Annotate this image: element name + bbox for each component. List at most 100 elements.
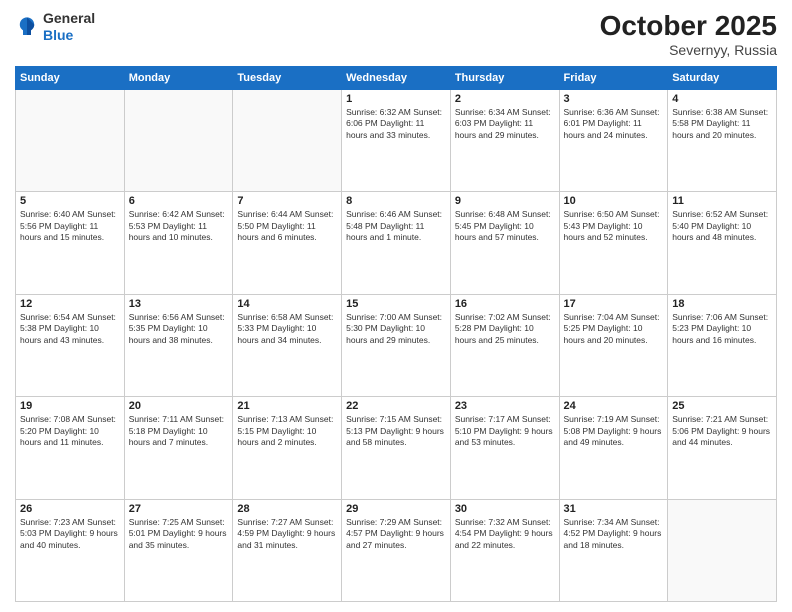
- day-number: 11: [672, 195, 772, 207]
- day-number: 22: [346, 400, 446, 412]
- calendar-cell: 22Sunrise: 7:15 AM Sunset: 5:13 PM Dayli…: [342, 397, 451, 499]
- calendar-cell: 11 Sunrise: 6:52 AM Sunset: 5:40 PM Dayli…: [668, 192, 777, 294]
- logo-text: General Blue: [43, 10, 95, 44]
- day-number: 21: [237, 400, 337, 412]
- title-block: October 2025 Severnyy, Russia: [600, 10, 777, 58]
- cell-text: Sunrise: 6:40 AM Sunset: 5:56 PM Dayligh…: [20, 209, 120, 243]
- day-number: 14: [237, 298, 337, 310]
- day-number: 31: [564, 503, 664, 515]
- cell-text: Sunrise: 7:25 AM Sunset: 5:01 PM Dayligh…: [129, 517, 229, 551]
- calendar-cell: 31 Sunrise: 7:34 AM Sunset: 4:52 PM Dayli…: [559, 499, 668, 601]
- day-number: 30: [455, 503, 555, 515]
- cell-text: Sunrise: 7:13 AM Sunset: 5:15 PM Dayligh…: [237, 414, 337, 448]
- week-row-4: 19Sunrise: 7:08 AM Sunset: 5:20 PM Dayli…: [16, 397, 777, 499]
- header: General Blue October 2025 Severnyy, Russ…: [15, 10, 777, 58]
- day-number: 4: [672, 93, 772, 105]
- calendar-cell: 20 Sunrise: 7:11 AM Sunset: 5:18 PM Dayli…: [124, 397, 233, 499]
- calendar-cell: 24 Sunrise: 7:19 AM Sunset: 5:08 PM Dayli…: [559, 397, 668, 499]
- cell-text: Sunrise: 6:50 AM Sunset: 5:43 PM Dayligh…: [564, 209, 664, 243]
- calendar-cell: 6Sunrise: 6:42 AM Sunset: 5:53 PM Daylig…: [124, 192, 233, 294]
- month-title: October 2025: [600, 10, 777, 42]
- cell-text: Sunrise: 6:46 AM Sunset: 5:48 PM Dayligh…: [346, 209, 446, 243]
- day-number: 5: [20, 195, 120, 207]
- calendar-cell: 5 Sunrise: 6:40 AM Sunset: 5:56 PM Daylig…: [16, 192, 125, 294]
- logo-general: General: [43, 10, 95, 26]
- calendar-cell: 18 Sunrise: 7:06 AM Sunset: 5:23 PM Dayli…: [668, 294, 777, 396]
- logo-blue: Blue: [43, 27, 73, 43]
- col-thursday: Thursday: [450, 67, 559, 90]
- week-row-2: 5 Sunrise: 6:40 AM Sunset: 5:56 PM Daylig…: [16, 192, 777, 294]
- calendar-cell: 26 Sunrise: 7:23 AM Sunset: 5:03 PM Dayli…: [16, 499, 125, 601]
- calendar-cell: 19Sunrise: 7:08 AM Sunset: 5:20 PM Dayli…: [16, 397, 125, 499]
- cell-text: Sunrise: 6:48 AM Sunset: 5:45 PM Dayligh…: [455, 209, 555, 243]
- logo: General Blue: [15, 10, 95, 44]
- day-number: 24: [564, 400, 664, 412]
- calendar-cell: 25Sunrise: 7:21 AM Sunset: 5:06 PM Dayli…: [668, 397, 777, 499]
- cell-text: Sunrise: 7:27 AM Sunset: 4:59 PM Dayligh…: [237, 517, 337, 551]
- calendar-cell: 7 Sunrise: 6:44 AM Sunset: 5:50 PM Daylig…: [233, 192, 342, 294]
- calendar-cell: 21 Sunrise: 7:13 AM Sunset: 5:15 PM Dayli…: [233, 397, 342, 499]
- calendar-cell: 17 Sunrise: 7:04 AM Sunset: 5:25 PM Dayli…: [559, 294, 668, 396]
- day-number: 10: [564, 195, 664, 207]
- calendar-cell: 3Sunrise: 6:36 AM Sunset: 6:01 PM Daylig…: [559, 90, 668, 192]
- day-number: 23: [455, 400, 555, 412]
- day-number: 17: [564, 298, 664, 310]
- cell-text: Sunrise: 7:06 AM Sunset: 5:23 PM Dayligh…: [672, 312, 772, 346]
- cell-text: Sunrise: 7:23 AM Sunset: 5:03 PM Dayligh…: [20, 517, 120, 551]
- location-subtitle: Severnyy, Russia: [600, 42, 777, 58]
- day-number: 3: [564, 93, 664, 105]
- cell-text: Sunrise: 7:11 AM Sunset: 5:18 PM Dayligh…: [129, 414, 229, 448]
- cell-text: Sunrise: 7:04 AM Sunset: 5:25 PM Dayligh…: [564, 312, 664, 346]
- calendar-cell: 13Sunrise: 6:56 AM Sunset: 5:35 PM Dayli…: [124, 294, 233, 396]
- calendar-cell: 14 Sunrise: 6:58 AM Sunset: 5:33 PM Dayli…: [233, 294, 342, 396]
- day-number: 1: [346, 93, 446, 105]
- calendar-cell: [233, 90, 342, 192]
- calendar-table: Sunday Monday Tuesday Wednesday Thursday…: [15, 66, 777, 602]
- cell-text: Sunrise: 6:58 AM Sunset: 5:33 PM Dayligh…: [237, 312, 337, 346]
- calendar-cell: 9 Sunrise: 6:48 AM Sunset: 5:45 PM Daylig…: [450, 192, 559, 294]
- calendar-cell: [124, 90, 233, 192]
- day-number: 7: [237, 195, 337, 207]
- calendar-cell: 4 Sunrise: 6:38 AM Sunset: 5:58 PM Daylig…: [668, 90, 777, 192]
- day-number: 15: [346, 298, 446, 310]
- cell-text: Sunrise: 7:08 AM Sunset: 5:20 PM Dayligh…: [20, 414, 120, 448]
- day-number: 29: [346, 503, 446, 515]
- header-row: Sunday Monday Tuesday Wednesday Thursday…: [16, 67, 777, 90]
- day-number: 28: [237, 503, 337, 515]
- cell-text: Sunrise: 6:38 AM Sunset: 5:58 PM Dayligh…: [672, 107, 772, 141]
- calendar-cell: 27 Sunrise: 7:25 AM Sunset: 5:01 PM Dayli…: [124, 499, 233, 601]
- day-number: 13: [129, 298, 229, 310]
- calendar-cell: 23 Sunrise: 7:17 AM Sunset: 5:10 PM Dayli…: [450, 397, 559, 499]
- week-row-1: 1Sunrise: 6:32 AM Sunset: 6:06 PM Daylig…: [16, 90, 777, 192]
- logo-icon: [15, 15, 39, 39]
- day-number: 9: [455, 195, 555, 207]
- cell-text: Sunrise: 7:19 AM Sunset: 5:08 PM Dayligh…: [564, 414, 664, 448]
- cell-text: Sunrise: 7:17 AM Sunset: 5:10 PM Dayligh…: [455, 414, 555, 448]
- col-sunday: Sunday: [16, 67, 125, 90]
- day-number: 2: [455, 93, 555, 105]
- col-friday: Friday: [559, 67, 668, 90]
- calendar-cell: 28 Sunrise: 7:27 AM Sunset: 4:59 PM Dayli…: [233, 499, 342, 601]
- col-monday: Monday: [124, 67, 233, 90]
- cell-text: Sunrise: 6:34 AM Sunset: 6:03 PM Dayligh…: [455, 107, 555, 141]
- cell-text: Sunrise: 7:00 AM Sunset: 5:30 PM Dayligh…: [346, 312, 446, 346]
- calendar-cell: [16, 90, 125, 192]
- day-number: 18: [672, 298, 772, 310]
- calendar-cell: 29 Sunrise: 7:29 AM Sunset: 4:57 PM Dayli…: [342, 499, 451, 601]
- cell-text: Sunrise: 7:32 AM Sunset: 4:54 PM Dayligh…: [455, 517, 555, 551]
- day-number: 27: [129, 503, 229, 515]
- week-row-3: 12Sunrise: 6:54 AM Sunset: 5:38 PM Dayli…: [16, 294, 777, 396]
- calendar-cell: 8Sunrise: 6:46 AM Sunset: 5:48 PM Daylig…: [342, 192, 451, 294]
- day-number: 16: [455, 298, 555, 310]
- cell-text: Sunrise: 7:29 AM Sunset: 4:57 PM Dayligh…: [346, 517, 446, 551]
- cell-text: Sunrise: 6:44 AM Sunset: 5:50 PM Dayligh…: [237, 209, 337, 243]
- day-number: 12: [20, 298, 120, 310]
- cell-text: Sunrise: 6:52 AM Sunset: 5:40 PM Dayligh…: [672, 209, 772, 243]
- cell-text: Sunrise: 6:42 AM Sunset: 5:53 PM Dayligh…: [129, 209, 229, 243]
- day-number: 20: [129, 400, 229, 412]
- cell-text: Sunrise: 7:34 AM Sunset: 4:52 PM Dayligh…: [564, 517, 664, 551]
- calendar-cell: 30 Sunrise: 7:32 AM Sunset: 4:54 PM Dayli…: [450, 499, 559, 601]
- calendar-cell: 16Sunrise: 7:02 AM Sunset: 5:28 PM Dayli…: [450, 294, 559, 396]
- day-number: 26: [20, 503, 120, 515]
- calendar-cell: 12Sunrise: 6:54 AM Sunset: 5:38 PM Dayli…: [16, 294, 125, 396]
